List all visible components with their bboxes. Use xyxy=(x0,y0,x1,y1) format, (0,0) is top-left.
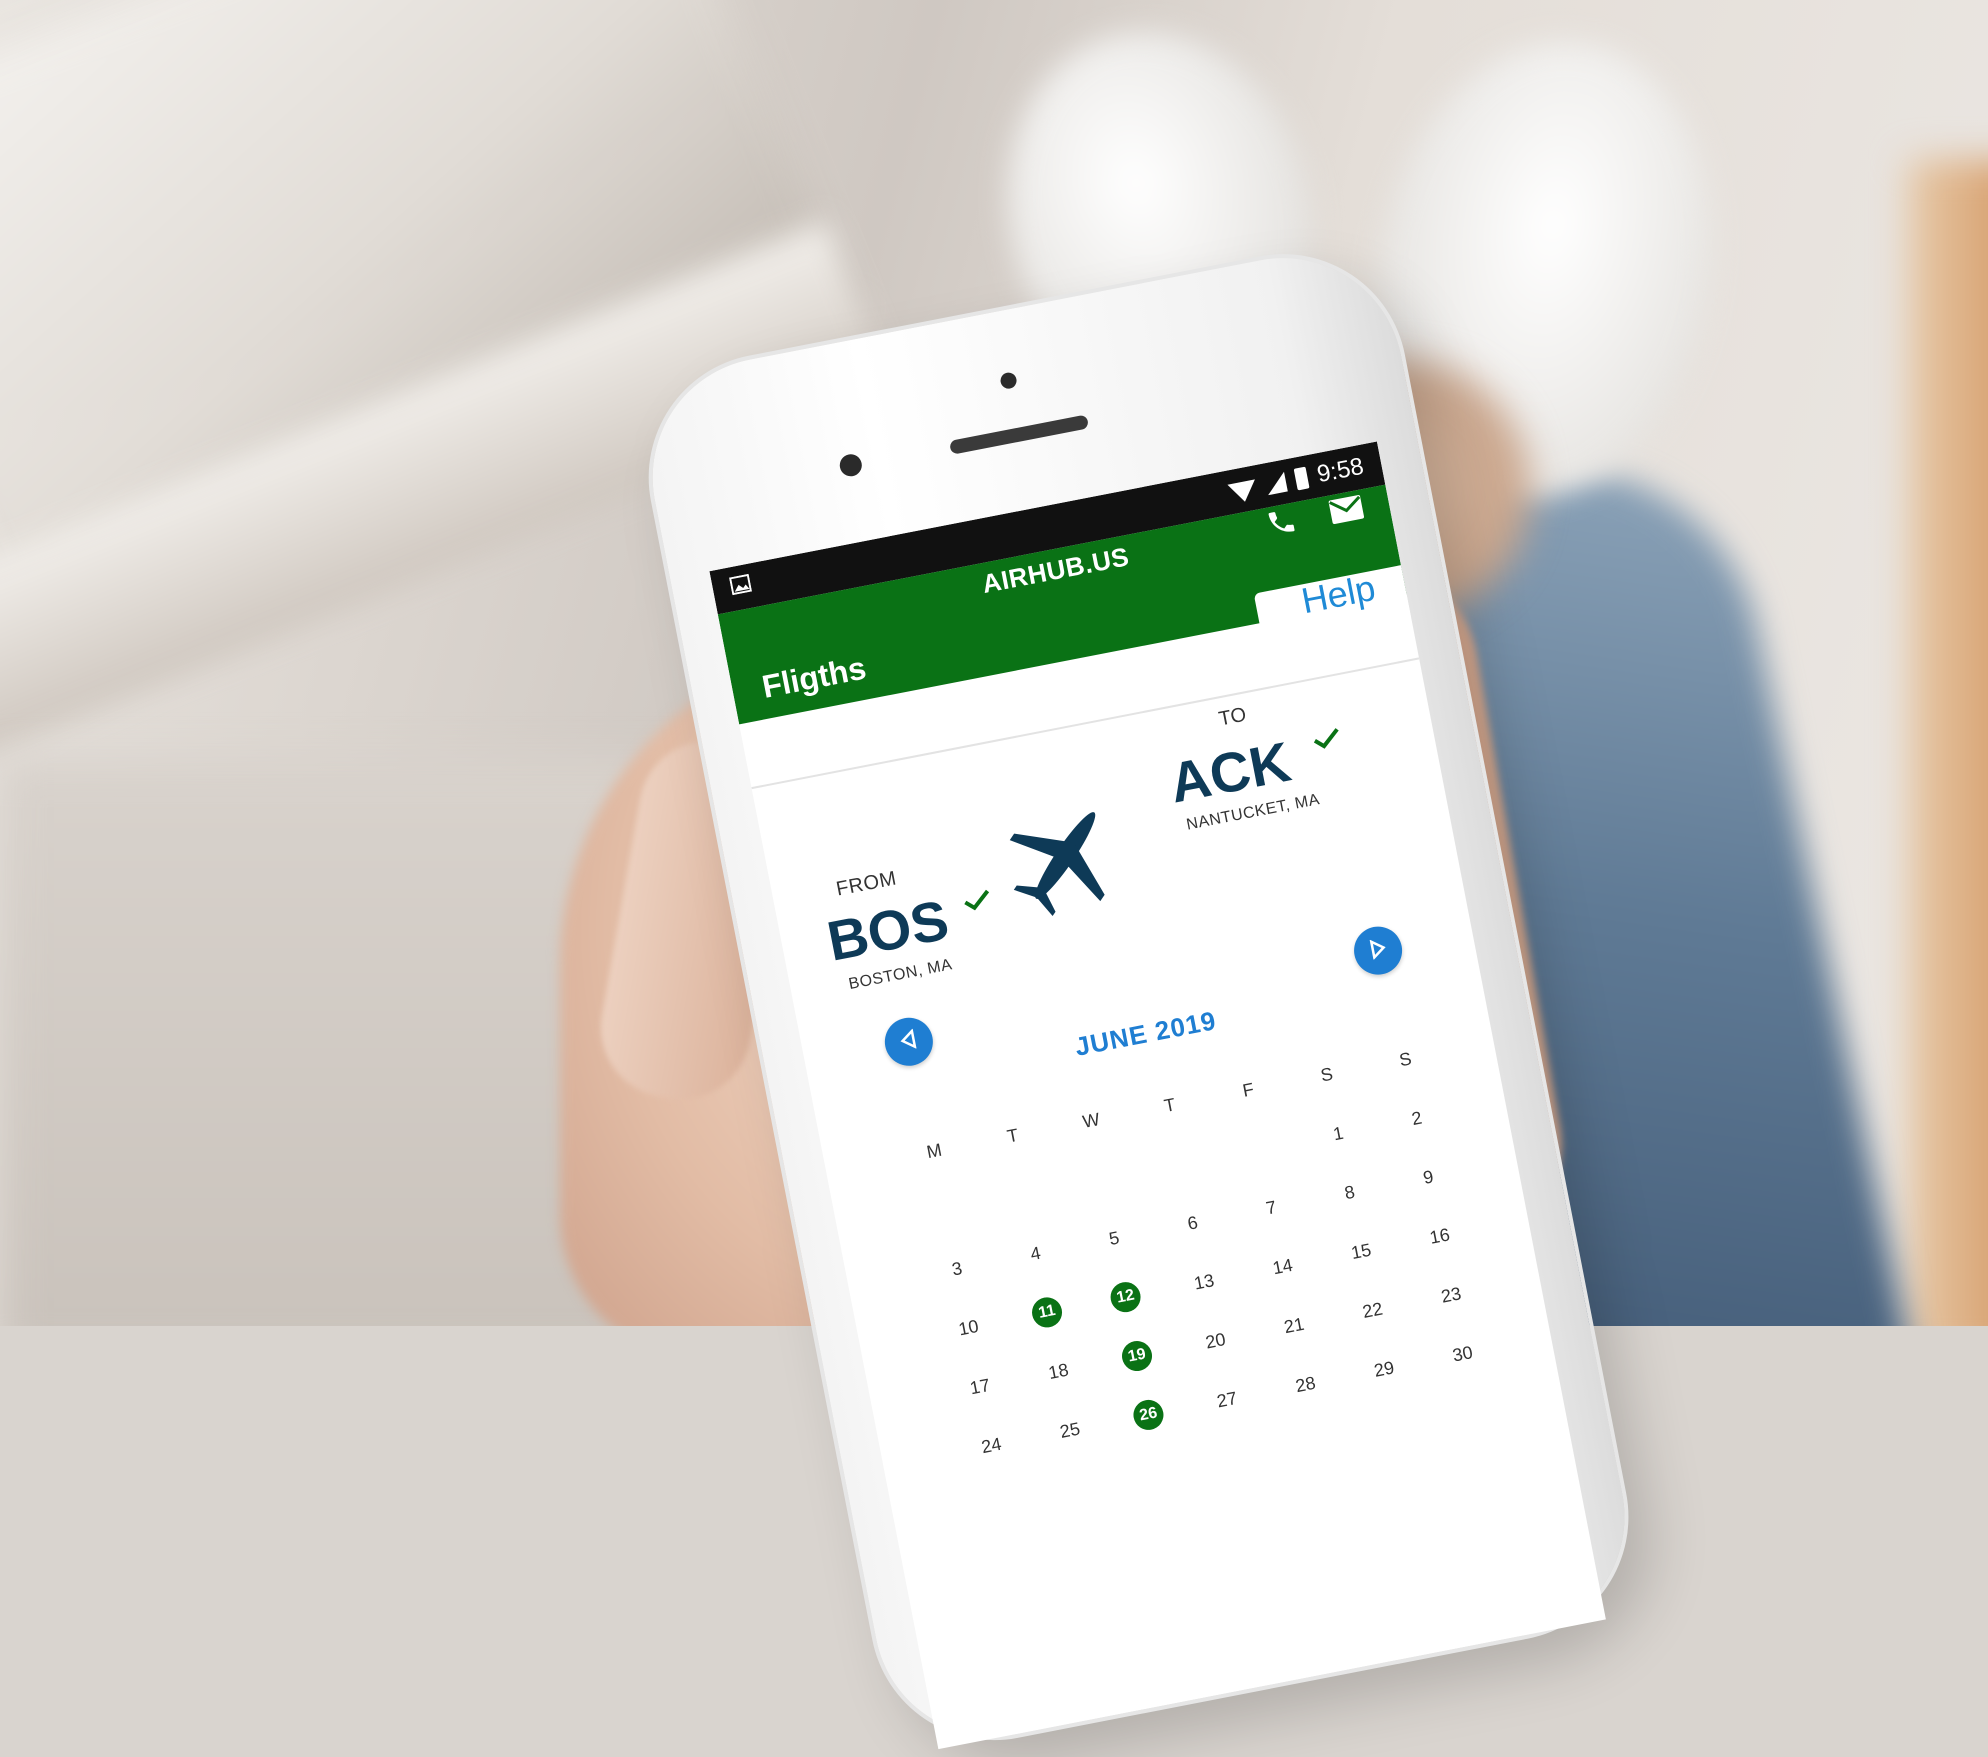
signal-icon xyxy=(1264,471,1289,496)
airplane-icon xyxy=(989,779,1141,931)
status-time: 9:58 xyxy=(1314,452,1366,489)
calendar-grid: M T W T F S S 1 2 3 4 5 6 7 8 9 10 11 12 13 14 15 16 17 18 19 20 21… xyxy=(889,1022,1507,1482)
available-date-badge: 11 xyxy=(1029,1294,1065,1330)
chevron-left-icon xyxy=(898,1027,920,1056)
chevron-right-icon xyxy=(1367,937,1389,965)
check-icon xyxy=(1311,726,1343,756)
wifi-icon xyxy=(1227,479,1260,505)
battery-icon xyxy=(1293,466,1310,491)
proximity-sensor xyxy=(999,371,1018,391)
calendar: JUNE 2019 M T W T F S S 1 2 3 4 5 6 7 8 9 10 11 12 13 14 15 16… xyxy=(801,915,1587,1653)
orange-edge xyxy=(1908,160,1988,1326)
available-date-badge: 26 xyxy=(1130,1397,1167,1433)
mail-icon[interactable] xyxy=(1327,494,1365,526)
page-title: Fligths xyxy=(759,649,869,705)
earpiece-speaker xyxy=(948,414,1090,455)
front-camera xyxy=(837,452,864,479)
to-label: TO xyxy=(1217,703,1249,731)
phone-icon[interactable] xyxy=(1264,505,1299,540)
check-icon xyxy=(961,888,993,918)
available-date-badge: 12 xyxy=(1107,1279,1144,1315)
image-icon xyxy=(728,573,753,601)
available-date-badge: 19 xyxy=(1119,1338,1155,1374)
